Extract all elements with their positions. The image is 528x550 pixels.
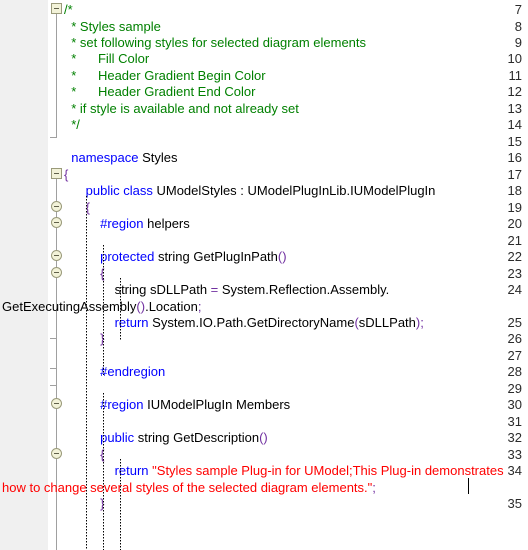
token-punct: () (136, 299, 146, 314)
code-line[interactable]: return System.IO.Path.GetDirectoryName(s… (64, 315, 424, 330)
code-line[interactable]: * set following styles for selected diag… (64, 35, 366, 50)
text-caret (468, 478, 469, 494)
token-punct: () (259, 430, 268, 445)
code-line[interactable]: protected string GetPlugInPath() (64, 249, 287, 264)
token-comment: * Fill Color (64, 51, 150, 66)
code-line[interactable]: * Header Gradient Begin Color (64, 68, 266, 83)
code-line[interactable]: #endregion (64, 364, 165, 379)
code-line[interactable]: * if style is available and not already … (64, 101, 299, 116)
token-comment: */ (64, 117, 80, 132)
code-line[interactable]: string sDLLPath = System.Reflection.Asse… (64, 282, 390, 297)
code-line[interactable]: #region helpers (64, 216, 190, 231)
indent-guide (103, 245, 104, 375)
code-line[interactable]: #region IUModelPlugIn Members (64, 397, 290, 412)
code-line[interactable]: /* (64, 2, 73, 17)
fold-marker-line-17[interactable] (51, 168, 62, 179)
code-line[interactable]: } (64, 331, 104, 346)
indent-guide (120, 459, 121, 550)
code-line[interactable]: namespace Styles (64, 150, 177, 165)
token-comment: /* (64, 2, 73, 17)
fold-region-end-tick (50, 338, 57, 339)
code-line[interactable]: * Header Gradient End Color (64, 84, 255, 99)
token-plain: sDLLPath (358, 315, 416, 330)
token-keyword: public class (85, 183, 153, 198)
code-line-wrapped[interactable]: how to change several styles of the sele… (2, 480, 376, 495)
code-line[interactable]: public class UModelStyles : UModelPlugIn… (64, 183, 436, 198)
token-plain: System.IO.Path.GetDirectoryName (148, 315, 355, 330)
token-plain: UModelStyles : UModelPlugInLib.IUModelPl… (152, 183, 436, 198)
indent-guide (103, 393, 104, 550)
code-line[interactable]: return "Styles sample Plug-in for UModel… (64, 463, 504, 478)
token-plain: IUModelPlugIn Members (143, 397, 291, 412)
token-comment: * set following styles for selected diag… (64, 35, 367, 50)
token-comment: * Header Gradient Begin Color (64, 68, 266, 83)
code-line[interactable]: * Fill Color (64, 51, 149, 66)
token-punct: ); (415, 315, 424, 330)
fold-region-end-tick (50, 385, 57, 386)
fold-region-end-tick (50, 368, 57, 369)
token-punct: { (64, 167, 69, 182)
token-comment: * Styles sample (64, 19, 161, 34)
token-plain: System.Reflection.Assembly. (218, 282, 390, 297)
token-keyword: #region (100, 397, 144, 412)
code-line[interactable]: { (64, 167, 68, 182)
fold-marker-line-22[interactable] (51, 250, 62, 261)
fold-region-end-tick (50, 137, 57, 138)
token-plain: string GetPlugInPath (154, 249, 278, 264)
token-plain: GetExecutingAssembly (2, 299, 137, 314)
code-line[interactable]: } (64, 496, 104, 511)
token-keyword: public (100, 430, 135, 445)
fold-marker-line-20[interactable] (51, 217, 62, 228)
fold-marker-line-30[interactable] (51, 398, 62, 409)
token-keyword: protected (100, 249, 155, 264)
fold-region-line (56, 14, 57, 138)
fold-marker-line-19[interactable] (51, 201, 62, 212)
token-keyword: namespace (71, 150, 139, 165)
token-plain: Styles (138, 150, 178, 165)
token-string: how to change several styles of the sele… (2, 480, 373, 495)
indent-guide (86, 196, 87, 550)
token-keyword: #region (100, 216, 144, 231)
code-line[interactable]: { (64, 266, 104, 281)
code-line-wrapped[interactable]: GetExecutingAssembly().Location; (2, 299, 201, 314)
code-text-area[interactable]: /* * Styles sample * set following style… (2, 0, 528, 550)
line-number-gutter (0, 0, 47, 550)
token-comment: * if style is available and not already … (64, 101, 299, 116)
code-line[interactable]: public string GetDescription() (64, 430, 268, 445)
code-line[interactable]: * Styles sample (64, 19, 161, 34)
token-punct: ; (372, 480, 376, 495)
fold-marker-line-7[interactable] (51, 3, 62, 14)
code-line[interactable]: { (64, 447, 104, 462)
token-comment: * Header Gradient End Color (64, 84, 256, 99)
token-string: "Styles sample Plug-in for UModel;This P… (148, 463, 504, 478)
fold-marker-line-33[interactable] (51, 448, 62, 459)
token-plain: string GetDescription (134, 430, 260, 445)
fold-marker-line-23[interactable] (51, 267, 62, 278)
indent-guide (120, 278, 121, 340)
code-editor[interactable]: 7 8 9 10 11 12 13 14 15 16 17 18 19 20 21 22 23 24 25 26 27 2… (0, 0, 528, 550)
token-punct: () (277, 249, 287, 264)
token-plain: helpers (143, 216, 190, 231)
token-punct: ; (197, 299, 202, 314)
token-plain: .Location (145, 299, 198, 314)
code-line[interactable]: */ (64, 117, 80, 132)
token-keyword: #endregion (100, 364, 166, 379)
